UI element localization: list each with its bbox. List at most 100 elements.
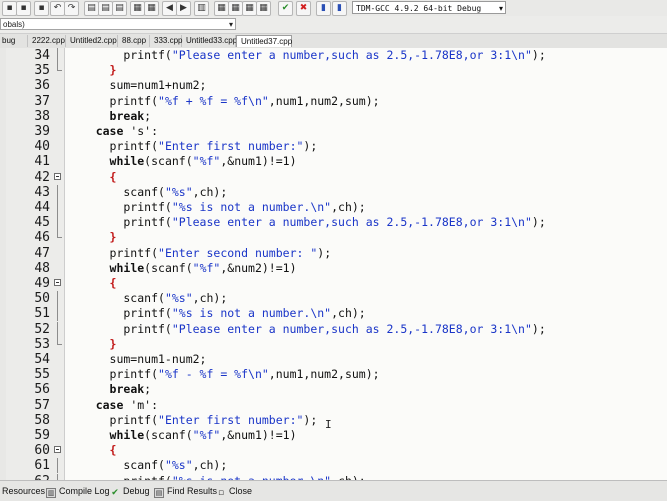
code-line[interactable]: 38 break;: [0, 109, 667, 124]
toggle-bookmark-icon[interactable]: ▥: [194, 1, 209, 16]
code-line[interactable]: 51 printf("%s is not a number.\n",ch);: [0, 306, 667, 322]
class-combo-value: obals): [3, 20, 25, 29]
tab-333-cpp[interactable]: 333.cpp: [150, 35, 182, 47]
bottom-tab-find-results[interactable]: ▤ Find Results: [154, 484, 217, 498]
bottom-tab-close[interactable]: ▫ Close: [216, 484, 252, 498]
code-line[interactable]: 57 case 'm':: [0, 398, 667, 413]
code-line[interactable]: 58 printf("Enter first number:");: [0, 413, 667, 428]
tab-untitled2-cpp[interactable]: Untitled2.cpp: [66, 35, 118, 47]
compile-run-icon[interactable]: ▦: [242, 1, 257, 16]
toolbar-button[interactable]: ▦: [144, 1, 159, 16]
tab-bug[interactable]: bug: [0, 35, 28, 47]
code-line[interactable]: 43 scanf("%s",ch);: [0, 184, 667, 200]
back-icon[interactable]: ◀: [162, 1, 177, 16]
code-line[interactable]: 45 printf("Please enter a number,such as…: [0, 215, 667, 231]
code-token: ,num1,num2,sum);: [268, 367, 380, 382]
bottom-tab-compile-log[interactable]: ▥ Compile Log: [46, 484, 110, 498]
code-line[interactable]: 37 printf("%f + %f = %f\n",num1,num2,sum…: [0, 94, 667, 109]
main-toolbar: ▪ ▪ ▪ ↶ ↷ ▤ ▤ ▤ ▦ ▦ ◀ ▶ ▥ ▦ ▦ ▦ ▦ ✔ ✖ ▮ …: [0, 0, 667, 17]
code-text: printf("%f + %f = %f\n",num1,num2,sum);: [68, 94, 380, 109]
code-line[interactable]: 46 }: [0, 230, 667, 245]
tab-label: Untitled2.cpp: [70, 36, 117, 45]
compiler-select[interactable]: TDM-GCC 4.9.2 64-bit Debug ▾: [352, 1, 506, 14]
code-line[interactable]: 54 sum=num1-num2;: [0, 352, 667, 367]
code-line[interactable]: 39 case 's':: [0, 124, 667, 139]
code-line[interactable]: 42 {: [0, 170, 667, 185]
fold-guide: [54, 336, 62, 352]
line-number: 41: [34, 154, 50, 170]
code-token: printf(: [68, 321, 172, 336]
code-text: printf("Enter first number:");: [68, 139, 318, 154]
code-line[interactable]: 41 while(scanf("%f",&num1)!=1): [0, 154, 667, 169]
tab-untitled37-cpp[interactable]: Untitled37.cpp: [236, 35, 292, 47]
toolbar-button[interactable]: ▪: [2, 1, 17, 16]
code-line[interactable]: 44 printf("%s is not a number.\n",ch);: [0, 200, 667, 215]
toolbar-button[interactable]: ▪: [16, 1, 31, 16]
check-syntax-icon[interactable]: ✔: [278, 1, 293, 16]
code-text: case 's':: [68, 124, 158, 139]
code-line[interactable]: 52 printf("Please enter a number,such as…: [0, 321, 667, 337]
code-line[interactable]: 48 while(scanf("%f",&num2)!=1): [0, 261, 667, 276]
code-line[interactable]: 47 printf("Enter second number: ");: [0, 246, 667, 261]
replace-icon[interactable]: ▤: [98, 1, 113, 16]
bottom-tab-resources[interactable]: Resources: [2, 484, 45, 498]
code-line[interactable]: 50 scanf("%s",ch);: [0, 291, 667, 307]
tab-untitled33-cpp[interactable]: Untitled33.cpp: [182, 35, 237, 47]
fold-toggle-icon[interactable]: [54, 276, 62, 291]
code-token: );: [531, 48, 546, 62]
fold-guide: [54, 78, 62, 93]
tab-88-cpp[interactable]: 88.cpp: [118, 35, 150, 47]
code-token: );: [303, 412, 318, 427]
code-line[interactable]: 56 break;: [0, 382, 667, 397]
code-token: );: [317, 245, 332, 260]
string-literal: "Please enter a number,such as 2.5,-1.78…: [171, 215, 532, 230]
rebuild-icon[interactable]: ▦: [256, 1, 271, 16]
find-icon[interactable]: ▤: [84, 1, 99, 16]
redo-icon[interactable]: ↷: [64, 1, 79, 16]
undo-icon[interactable]: ↶: [50, 1, 65, 16]
compile-icon[interactable]: ▦: [214, 1, 229, 16]
line-number: 45: [34, 215, 50, 231]
brace: {: [109, 169, 117, 184]
code-line[interactable]: 55 printf("%f - %f = %f\n",num1,num2,sum…: [0, 367, 667, 382]
chart-icon[interactable]: ▮: [316, 1, 331, 16]
fold-toggle-icon[interactable]: [54, 170, 62, 185]
code-line[interactable]: 36 sum=num1+num2;: [0, 78, 667, 93]
code-text: sum=num1+num2;: [68, 78, 207, 93]
code-editor[interactable]: I 34 printf("Please enter a number,such …: [0, 48, 667, 480]
line-number: 50: [34, 291, 50, 307]
code-line[interactable]: 60 {: [0, 443, 667, 458]
forward-icon[interactable]: ▶: [176, 1, 191, 16]
brace: }: [109, 336, 117, 351]
keyword: while: [109, 260, 145, 275]
code-line[interactable]: 34 printf("Please enter a number,such as…: [0, 48, 667, 63]
code-text: {: [68, 443, 117, 458]
stop-execution-icon[interactable]: ✖: [296, 1, 311, 16]
goto-icon[interactable]: ▤: [112, 1, 127, 16]
code-text: printf("Please enter a number,such as 2.…: [68, 48, 546, 63]
run-icon[interactable]: ▦: [228, 1, 243, 16]
code-line[interactable]: 40 printf("Enter first number:");: [0, 139, 667, 154]
code-line[interactable]: 35 }: [0, 63, 667, 78]
code-token: printf(: [68, 200, 172, 214]
new-class-icon[interactable]: ▦: [130, 1, 145, 16]
code-line[interactable]: 49 {: [0, 276, 667, 291]
compiler-select-value: TDM-GCC 4.9.2 64-bit Debug: [356, 4, 482, 13]
string-literal: "%s": [164, 184, 193, 199]
fold-toggle-icon[interactable]: [54, 443, 62, 458]
code-line[interactable]: 59 while(scanf("%f",&num1)!=1): [0, 428, 667, 443]
class-combo[interactable]: obals) ▾: [0, 18, 236, 30]
brace: }: [109, 63, 117, 78]
toolbar-button[interactable]: ▪: [34, 1, 49, 16]
string-literal: "%f": [192, 260, 221, 275]
bottom-tab-debug[interactable]: ✔ Debug: [110, 484, 149, 498]
code-line[interactable]: 61 scanf("%s",ch);: [0, 458, 667, 474]
code-line[interactable]: 53 }: [0, 336, 667, 352]
tab-label: Untitled37.cpp: [241, 37, 293, 46]
tab-2222-cpp[interactable]: 2222.cpp: [28, 35, 66, 47]
profile-icon[interactable]: ▮: [332, 1, 347, 16]
